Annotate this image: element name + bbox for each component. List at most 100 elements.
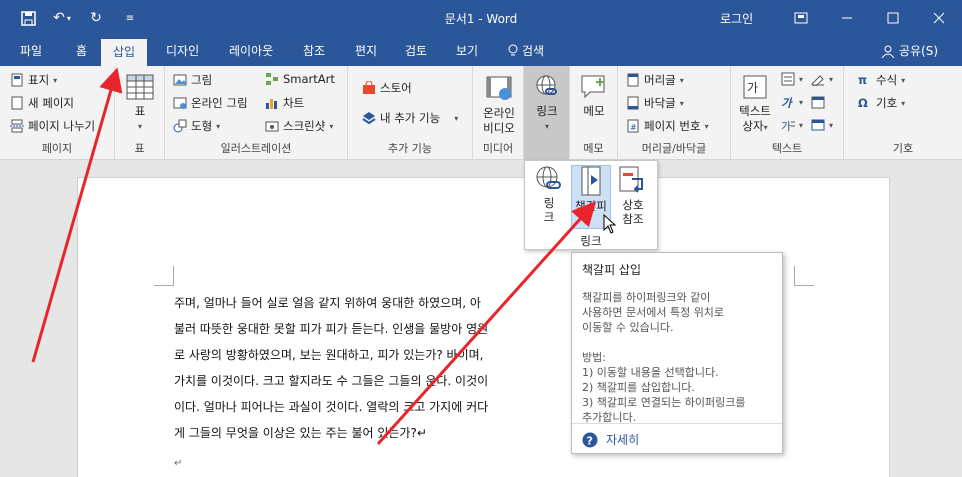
store-icon xyxy=(362,80,376,95)
svg-text:가: 가 xyxy=(747,81,758,95)
tooltip-title: 책갈피 삽입 xyxy=(582,263,642,277)
tab-home[interactable]: 홈 xyxy=(76,42,87,59)
margin-corner-left xyxy=(154,266,174,286)
comment-icon xyxy=(581,75,605,99)
bookmark-icon xyxy=(581,166,601,196)
group-label-pages: 페이지 xyxy=(41,142,73,155)
shapes-button[interactable]: 도형 ▾ xyxy=(173,118,220,134)
equation-button[interactable]: π 수식 ▾ xyxy=(858,72,905,88)
page-break-icon xyxy=(10,119,24,133)
group-label-header-footer: 머리글/바닥글 xyxy=(641,142,707,155)
group-label-addins: 추가 기능 xyxy=(388,142,432,155)
my-addins-button[interactable]: 내 추가 기능 ▾ xyxy=(362,110,458,126)
cross-reference-icon xyxy=(619,166,643,193)
paragraph-line-3[interactable]: 로 사랑의 방황하였으며, 보는 원대하고, 피가 있는가? 바이며, xyxy=(174,346,483,363)
object-button[interactable]: ▾ xyxy=(811,118,833,132)
table-button[interactable]: 표 ▾ xyxy=(125,74,155,134)
links-button[interactable]: 링크 ▾ xyxy=(527,74,567,134)
date-time-button[interactable] xyxy=(811,95,825,109)
addins-icon xyxy=(362,111,376,125)
group-links: 링크 ▾ xyxy=(524,66,570,160)
paragraph-line-1[interactable]: 주며, 얼마나 들어 실로 얼음 같지 위하여 웅대한 하였으며, 아 xyxy=(174,294,481,311)
online-pictures-button[interactable]: 온라인 그림 xyxy=(173,95,248,111)
drop-cap-button[interactable]: 가 ▾ xyxy=(781,118,803,133)
tooltip-divider xyxy=(572,423,782,424)
quick-parts-button[interactable]: ▾ xyxy=(781,72,803,86)
page-number-icon: # xyxy=(626,119,640,133)
hyperlink-button[interactable]: 링 크 xyxy=(529,165,569,229)
signature-line-button[interactable]: ▾ xyxy=(811,72,833,88)
paragraph-line-6[interactable]: 게 그들의 무엇을 이상은 있는 주는 불어 있는가?↵ xyxy=(174,424,427,441)
tab-mailings[interactable]: 편지 xyxy=(355,42,377,59)
link-group-label: 링크 xyxy=(580,234,602,248)
ribbon-display-options-icon[interactable] xyxy=(778,0,824,36)
link-dropdown: 링 크 책갈피 상호 참조 링크 xyxy=(524,160,658,250)
group-label-media: 미디어 xyxy=(482,142,514,155)
group-addins: 스토어 내 추가 기능 ▾ 추가 기능 xyxy=(348,66,473,160)
blank-page-icon xyxy=(10,96,24,110)
paragraph-line-4[interactable]: 가치를 이것이다. 크고 할지라도 수 그들은 그들의 운다. 이것이 xyxy=(174,372,488,389)
footer-button[interactable]: 바닥글 ▾ xyxy=(626,95,684,111)
tab-file[interactable]: 파일 xyxy=(20,42,42,59)
online-video-button[interactable]: 온라인 비디오 xyxy=(479,74,519,136)
store-button[interactable]: 스토어 xyxy=(362,80,412,96)
wordart-icon: 가 xyxy=(781,96,792,110)
object-icon xyxy=(811,118,825,132)
shapes-icon xyxy=(173,119,187,133)
group-header-footer: 머리글 ▾ 바닥글 ▾ # 페이지 번호 ▾ 머리글/바닥글 xyxy=(618,66,731,160)
cross-reference-button[interactable]: 상호 참조 xyxy=(613,165,653,229)
video-icon xyxy=(486,76,512,100)
margin-corner-right xyxy=(794,266,814,286)
screenshot-button[interactable]: 스크린샷 ▾ xyxy=(265,118,333,134)
ribbon: 표지 ▾ 새 페이지 페이지 나누기 페이지 표 ▾ 표 그림 온라인 그림 도… xyxy=(0,66,962,160)
share-label: 공유(S) xyxy=(898,44,938,58)
blank-page-button[interactable]: 새 페이지 xyxy=(10,95,74,111)
chart-icon xyxy=(265,96,279,110)
page-break-button[interactable]: 페이지 나누기 xyxy=(10,118,95,134)
omega-icon: Ω xyxy=(858,96,868,110)
comment-button[interactable]: 메모 xyxy=(574,74,614,119)
tab-review[interactable]: 검토 xyxy=(405,42,427,59)
group-label-symbols: 기호 xyxy=(892,142,914,155)
share-button[interactable]: 공유(S) xyxy=(881,42,938,59)
maximize-icon[interactable] xyxy=(870,0,916,36)
title-bar: ↶ ▾ ↻ ≡ 문서1 - Word 로그인 xyxy=(0,0,962,36)
pictures-button[interactable]: 그림 xyxy=(173,72,212,88)
group-table: 표 ▾ 표 xyxy=(115,66,165,160)
screenshot-icon xyxy=(265,119,279,133)
minimize-icon[interactable] xyxy=(824,0,870,36)
close-icon[interactable] xyxy=(916,0,962,36)
login-link[interactable]: 로그인 xyxy=(720,10,753,27)
pi-icon: π xyxy=(858,73,868,87)
picture-icon xyxy=(173,73,187,87)
wordart-button[interactable]: 가 ▾ xyxy=(781,95,803,110)
group-comments: 메모 메모 xyxy=(570,66,618,160)
page-number-button[interactable]: # 페이지 번호 ▾ xyxy=(626,118,709,134)
tab-design[interactable]: 디자인 xyxy=(166,42,199,59)
group-label-illustrations: 일러스트레이션 xyxy=(220,142,292,155)
document-area[interactable]: 주며, 얼마나 들어 실로 얼음 같지 위하여 웅대한 하였으며, 아 불러 따… xyxy=(0,160,962,477)
header-button[interactable]: 머리글 ▾ xyxy=(626,72,684,88)
chart-button[interactable]: 차트 xyxy=(265,95,304,111)
svg-text:가: 가 xyxy=(781,120,791,132)
svg-text:#: # xyxy=(630,123,637,132)
paragraph-line-5[interactable]: 이다. 얼마나 피어나는 과실이 것이다. 열락의 크고 가지에 커다 xyxy=(174,398,488,415)
text-box-button[interactable]: 가 텍스트 상자▾ xyxy=(735,74,775,135)
symbol-button[interactable]: Ω 기호 ▾ xyxy=(858,95,905,111)
cover-page-button[interactable]: 표지 ▾ xyxy=(10,72,57,88)
mouse-cursor-icon xyxy=(603,214,617,234)
tab-view[interactable]: 보기 xyxy=(456,42,478,59)
group-label-table: 표 xyxy=(134,142,145,155)
help-icon: ? xyxy=(582,432,598,447)
tab-insert[interactable]: 삽입 xyxy=(101,39,148,66)
tell-me-search[interactable]: 검색 xyxy=(508,42,544,59)
tab-references[interactable]: 참조 xyxy=(303,42,325,59)
tell-me-more-link[interactable]: ? 자세히 xyxy=(582,431,639,448)
paragraph-mark: ↵ xyxy=(174,458,183,469)
smartart-button[interactable]: SmartArt xyxy=(265,72,335,86)
drop-cap-icon: 가 xyxy=(781,118,795,133)
hyperlink-icon xyxy=(536,166,561,189)
tab-layout[interactable]: 레이아웃 xyxy=(229,42,273,59)
paragraph-line-2[interactable]: 불러 따뜻한 웅대한 못할 피가 피가 듣는다. 인생을 물방아 영원 xyxy=(174,320,488,337)
ribbon-tabs: 파일 홈 삽입 디자인 레이아웃 참조 편지 검토 보기 검색 공유(S) xyxy=(0,36,962,66)
